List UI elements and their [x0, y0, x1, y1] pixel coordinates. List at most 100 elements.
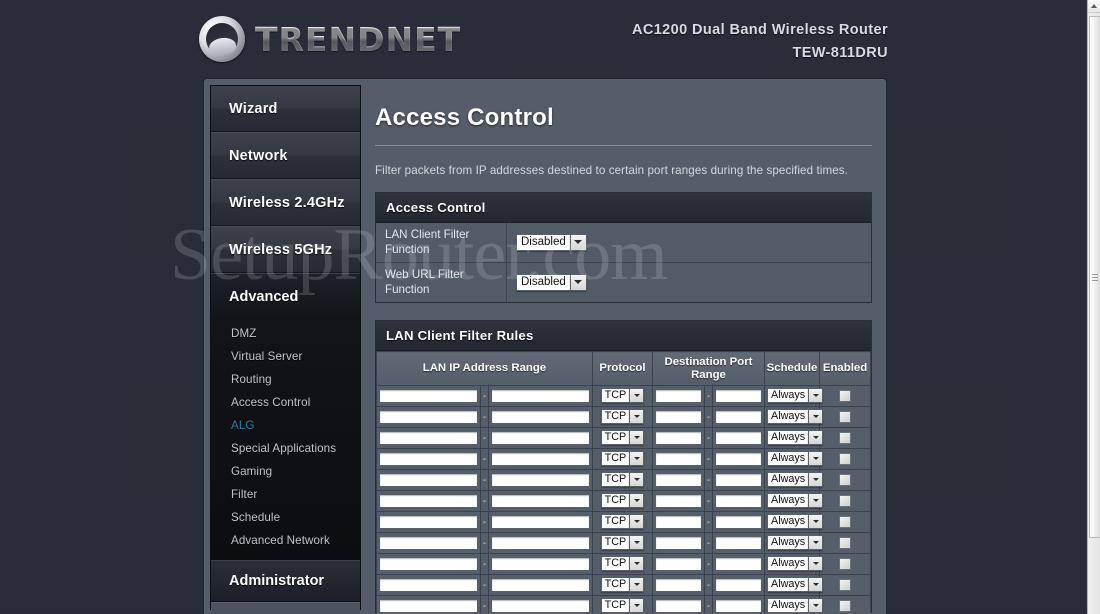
- port-end-input[interactable]: [715, 410, 762, 424]
- port-end-input[interactable]: [715, 494, 762, 508]
- schedule-select[interactable]: Always: [767, 514, 824, 530]
- protocol-select[interactable]: TCP: [600, 556, 645, 572]
- protocol-select[interactable]: TCP: [600, 472, 645, 488]
- chevron-down-icon[interactable]: [629, 451, 645, 467]
- chevron-down-icon[interactable]: [629, 598, 645, 613]
- protocol-select[interactable]: TCP: [600, 535, 645, 551]
- chevron-down-icon[interactable]: [808, 451, 824, 467]
- scrollbar-thumb[interactable]: [1089, 16, 1100, 538]
- port-end-input[interactable]: [715, 515, 762, 529]
- ip-end-input[interactable]: [491, 431, 590, 445]
- sidebar-subitem-virtual-server[interactable]: Virtual Server: [211, 345, 360, 368]
- port-end-input[interactable]: [715, 452, 762, 466]
- sidebar-subitem-special-applications[interactable]: Special Applications: [211, 437, 360, 460]
- chevron-down-icon[interactable]: [629, 409, 645, 425]
- ip-start-input[interactable]: [379, 536, 478, 550]
- chevron-down-icon[interactable]: [569, 273, 587, 291]
- schedule-select[interactable]: Always: [767, 535, 824, 551]
- ip-end-input[interactable]: [491, 515, 590, 529]
- ip-end-input[interactable]: [491, 599, 590, 613]
- ip-end-input[interactable]: [491, 578, 590, 592]
- port-start-input[interactable]: [654, 389, 702, 403]
- ip-end-input[interactable]: [491, 494, 590, 508]
- port-end-input[interactable]: [715, 389, 762, 403]
- port-start-input[interactable]: [654, 578, 702, 592]
- protocol-select[interactable]: TCP: [600, 598, 645, 613]
- ip-start-input[interactable]: [379, 578, 478, 592]
- port-start-input[interactable]: [654, 473, 702, 487]
- ip-end-input[interactable]: [491, 452, 590, 466]
- enabled-checkbox[interactable]: [839, 473, 851, 486]
- enabled-checkbox[interactable]: [839, 494, 851, 507]
- protocol-select[interactable]: TCP: [600, 451, 645, 467]
- chevron-down-icon[interactable]: [629, 514, 645, 530]
- schedule-select[interactable]: Always: [767, 472, 824, 488]
- sidebar-item-advanced[interactable]: Advanced: [211, 273, 360, 320]
- schedule-select[interactable]: Always: [767, 451, 824, 467]
- enabled-checkbox[interactable]: [839, 557, 851, 570]
- ip-start-input[interactable]: [379, 452, 478, 466]
- schedule-select[interactable]: Always: [767, 556, 824, 572]
- ip-start-input[interactable]: [379, 494, 478, 508]
- enabled-checkbox[interactable]: [839, 578, 851, 591]
- port-start-input[interactable]: [654, 515, 702, 529]
- chevron-down-icon[interactable]: [808, 493, 824, 509]
- protocol-select[interactable]: TCP: [600, 430, 645, 446]
- sidebar-subitem-routing[interactable]: Routing: [211, 368, 360, 391]
- chevron-down-icon[interactable]: [629, 388, 645, 404]
- schedule-select[interactable]: Always: [767, 409, 824, 425]
- chevron-down-icon[interactable]: [808, 598, 824, 613]
- sidebar-subitem-alg[interactable]: ALG: [211, 414, 360, 437]
- enabled-checkbox[interactable]: [839, 389, 851, 402]
- port-start-input[interactable]: [654, 494, 702, 508]
- sidebar-subitem-schedule[interactable]: Schedule: [211, 506, 360, 529]
- chevron-down-icon[interactable]: [629, 535, 645, 551]
- chevron-down-icon[interactable]: [808, 430, 824, 446]
- chevron-down-icon[interactable]: [808, 472, 824, 488]
- chevron-down-icon[interactable]: [629, 430, 645, 446]
- chevron-down-icon[interactable]: [569, 233, 587, 251]
- ip-end-input[interactable]: [491, 536, 590, 550]
- sidebar-subitem-filter[interactable]: Filter: [211, 483, 360, 506]
- ip-start-input[interactable]: [379, 431, 478, 445]
- port-end-input[interactable]: [715, 473, 762, 487]
- protocol-select[interactable]: TCP: [600, 493, 645, 509]
- ip-start-input[interactable]: [379, 557, 478, 571]
- chevron-down-icon[interactable]: [629, 472, 645, 488]
- enabled-checkbox[interactable]: [839, 452, 851, 465]
- ip-end-input[interactable]: [491, 389, 590, 403]
- ip-start-input[interactable]: [379, 389, 478, 403]
- sidebar-item-wireless-24ghz[interactable]: Wireless 2.4GHz: [211, 179, 360, 226]
- trendnet-logo[interactable]: TRENDNET: [199, 16, 461, 62]
- sidebar-item-administrator[interactable]: Administrator: [211, 560, 360, 602]
- ip-start-input[interactable]: [379, 599, 478, 613]
- sidebar-item-network[interactable]: Network: [211, 132, 360, 179]
- sidebar-subitem-access-control[interactable]: Access Control: [211, 391, 360, 414]
- chevron-down-icon[interactable]: [808, 556, 824, 572]
- chevron-down-icon[interactable]: [629, 577, 645, 593]
- browser-scrollbar[interactable]: [1087, 0, 1100, 614]
- sidebar-item-wizard[interactable]: Wizard: [211, 86, 360, 132]
- schedule-select[interactable]: Always: [767, 598, 824, 613]
- lan-client-filter-function-select[interactable]: Disabled: [516, 233, 587, 251]
- enabled-checkbox[interactable]: [839, 536, 851, 549]
- chevron-down-icon[interactable]: [808, 577, 824, 593]
- port-end-input[interactable]: [715, 578, 762, 592]
- ip-end-input[interactable]: [491, 410, 590, 424]
- enabled-checkbox[interactable]: [839, 431, 851, 444]
- chevron-down-icon[interactable]: [808, 388, 824, 404]
- sidebar-subitem-advanced-network[interactable]: Advanced Network: [211, 529, 360, 552]
- enabled-checkbox[interactable]: [839, 410, 851, 423]
- chevron-down-icon[interactable]: [808, 514, 824, 530]
- schedule-select[interactable]: Always: [767, 430, 824, 446]
- chevron-down-icon[interactable]: [808, 409, 824, 425]
- web-url-filter-function-select[interactable]: Disabled: [516, 273, 587, 291]
- port-start-input[interactable]: [654, 452, 702, 466]
- schedule-select[interactable]: Always: [767, 493, 824, 509]
- protocol-select[interactable]: TCP: [600, 409, 645, 425]
- port-start-input[interactable]: [654, 410, 702, 424]
- ip-start-input[interactable]: [379, 410, 478, 424]
- ip-end-input[interactable]: [491, 473, 590, 487]
- sidebar-item-wireless-5ghz[interactable]: Wireless 5GHz: [211, 226, 360, 273]
- port-start-input[interactable]: [654, 536, 702, 550]
